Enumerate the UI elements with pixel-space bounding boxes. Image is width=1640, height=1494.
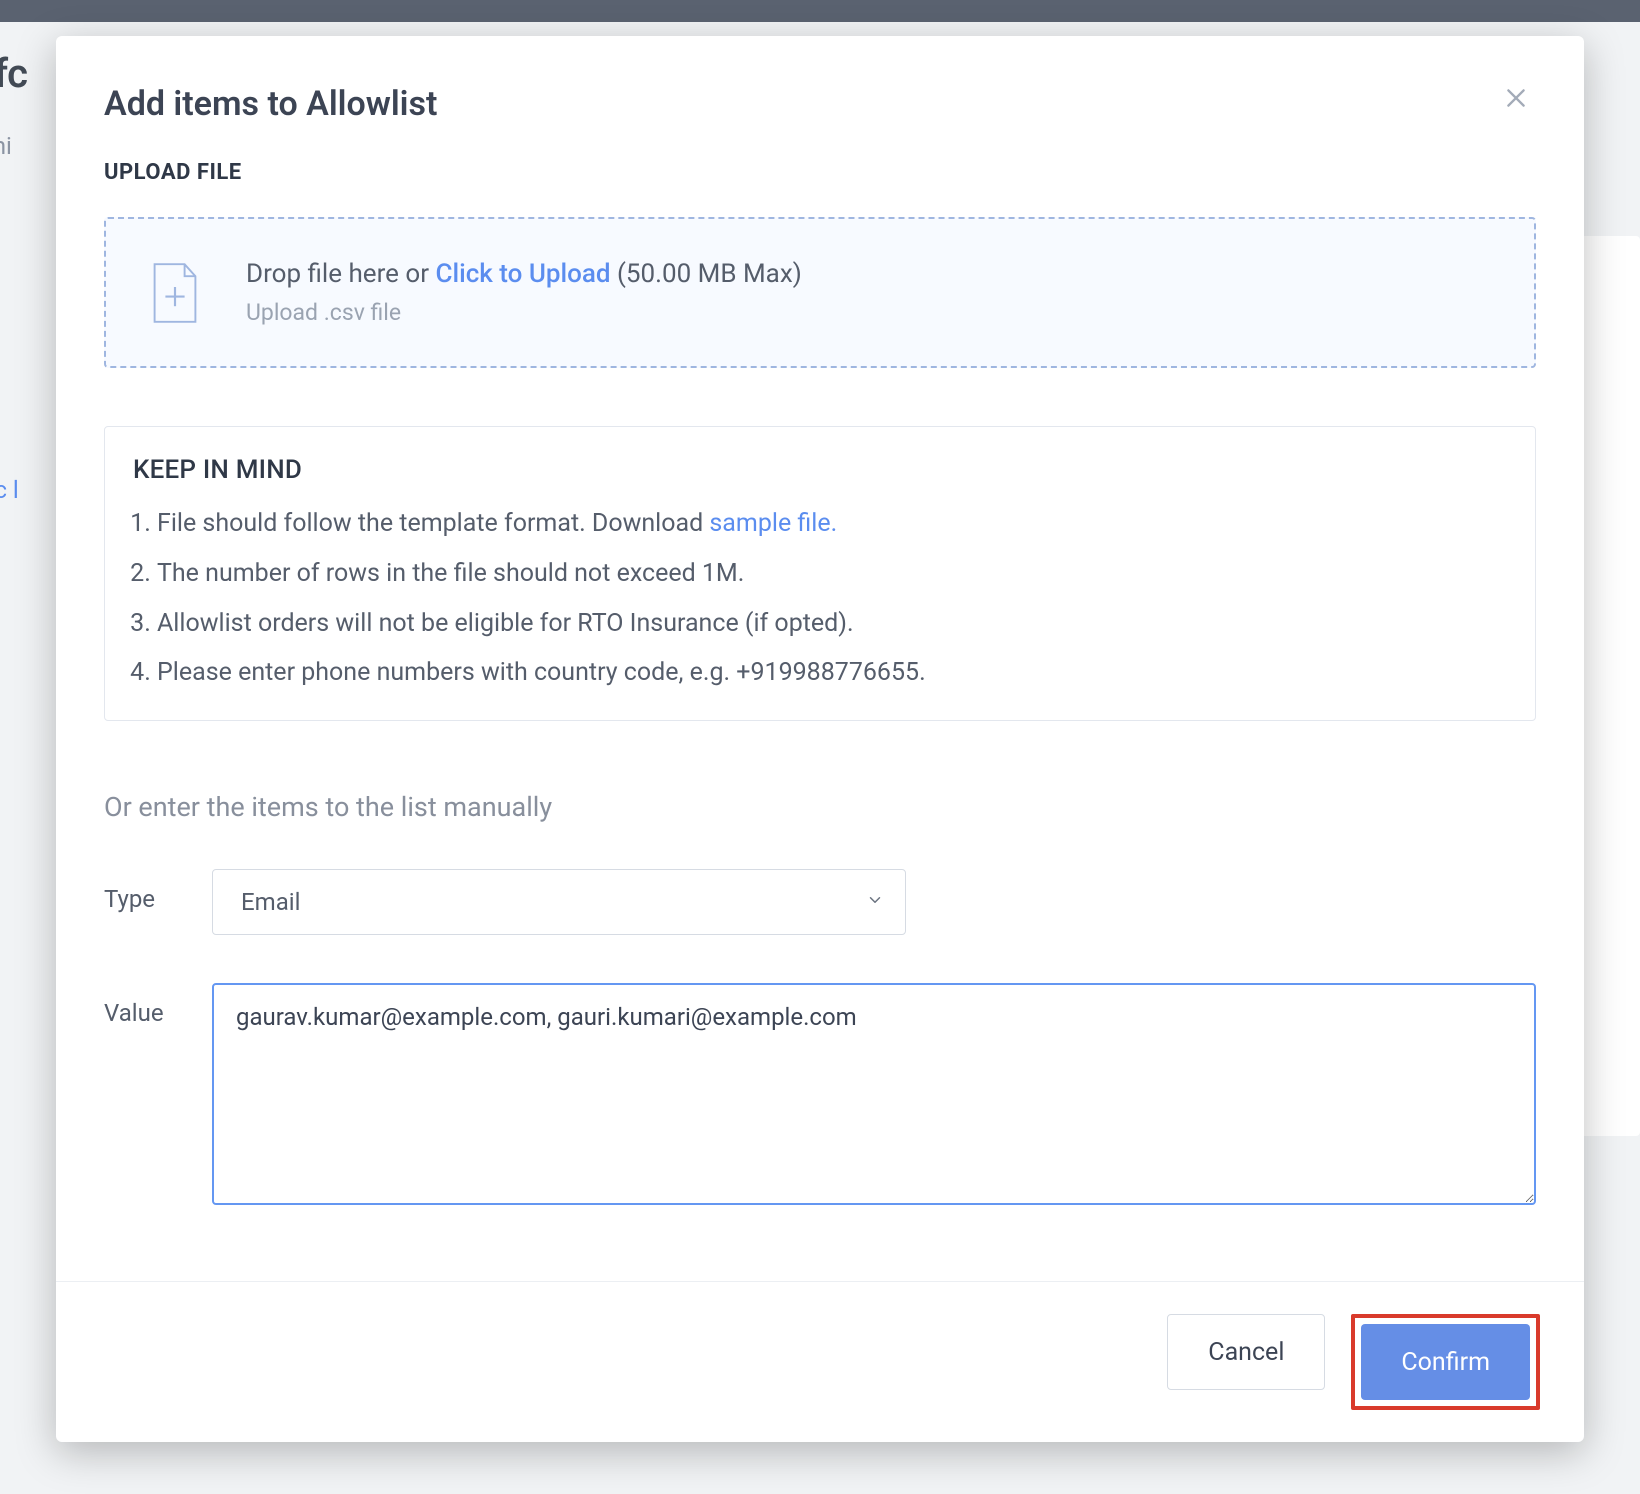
dropzone-main-text: Drop file here or Click to Upload (50.00… bbox=[246, 259, 802, 289]
background-title-fragment: atfc bbox=[0, 50, 28, 97]
upload-file-label: UPLOAD FILE bbox=[104, 160, 1536, 185]
keep-in-mind-box: KEEP IN MIND File should follow the temp… bbox=[104, 426, 1536, 721]
sample-file-link[interactable]: sample file. bbox=[709, 509, 837, 538]
background-link-fragment: agic l bbox=[0, 476, 19, 504]
manual-entry-intro: Or enter the items to the list manually bbox=[104, 791, 1536, 823]
type-label: Type bbox=[104, 869, 212, 913]
close-icon bbox=[1503, 85, 1529, 111]
keep-in-mind-title: KEEP IN MIND bbox=[133, 455, 1507, 485]
keep-item-4: Please enter phone numbers with country … bbox=[157, 656, 1507, 690]
keep-item-3: Allowlist orders will not be eligible fo… bbox=[157, 607, 1507, 641]
click-to-upload-link[interactable]: Click to Upload bbox=[435, 259, 610, 289]
add-allowlist-modal: Add items to Allowlist UPLOAD FILE Drop … bbox=[56, 36, 1584, 1442]
file-upload-icon bbox=[150, 263, 200, 323]
value-textarea[interactable] bbox=[212, 983, 1536, 1205]
upload-dropzone[interactable]: Drop file here or Click to Upload (50.00… bbox=[104, 217, 1536, 368]
cancel-button[interactable]: Cancel bbox=[1167, 1314, 1325, 1390]
confirm-button[interactable]: Confirm bbox=[1361, 1324, 1530, 1400]
keep-item-2: The number of rows in the file should no… bbox=[157, 557, 1507, 591]
value-label: Value bbox=[104, 983, 212, 1027]
close-button[interactable] bbox=[1496, 78, 1536, 118]
keep-item-1: File should follow the template format. … bbox=[157, 507, 1507, 541]
modal-title: Add items to Allowlist bbox=[104, 84, 437, 124]
type-select-value: Email bbox=[241, 888, 300, 916]
type-select[interactable]: Email bbox=[212, 869, 906, 935]
dropzone-sub-text: Upload .csv file bbox=[246, 299, 802, 326]
background-subtitle-fragment: ocomi bbox=[0, 132, 12, 160]
confirm-button-highlight: Confirm bbox=[1351, 1314, 1540, 1410]
